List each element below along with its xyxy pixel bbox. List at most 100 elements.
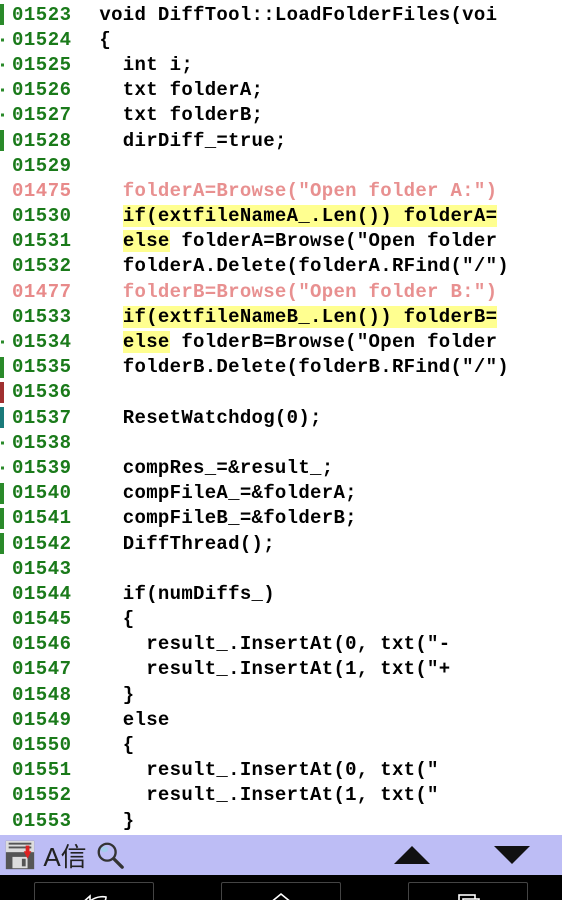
gutter-mark <box>0 52 6 77</box>
code-line[interactable]: 01532 folderA.Delete(folderA.RFind("/") <box>0 254 562 279</box>
line-number: 01477 <box>6 281 76 303</box>
line-number: 01528 <box>6 130 76 152</box>
line-number: 01525 <box>6 54 76 76</box>
gutter-mark <box>0 355 6 380</box>
gutter-mark <box>0 304 6 329</box>
code-content <box>76 381 562 403</box>
code-content: int i; <box>76 54 562 76</box>
font-size-label: A信 <box>43 837 86 874</box>
code-content: folderA=Browse("Open folder A:") <box>76 180 562 202</box>
code-line[interactable]: 01550 { <box>0 732 562 757</box>
gutter-mark <box>0 178 6 203</box>
code-line[interactable]: 01477 folderB=Browse("Open folder B:") <box>0 279 562 304</box>
code-line[interactable]: 01549 else <box>0 707 562 732</box>
code-line[interactable]: 01536 <box>0 380 562 405</box>
line-number: 01530 <box>6 205 76 227</box>
code-line[interactable]: 01548 } <box>0 682 562 707</box>
code-line[interactable]: 01541 compFileB_=&folderB; <box>0 506 562 531</box>
line-number: 01549 <box>6 709 76 731</box>
line-number: 01552 <box>6 784 76 806</box>
code-line[interactable]: 01524 { <box>0 27 562 52</box>
line-number: 01533 <box>6 306 76 328</box>
gutter-mark <box>0 556 6 581</box>
line-number: 01523 <box>6 4 76 26</box>
line-number: 01535 <box>6 356 76 378</box>
gutter-mark <box>0 405 6 430</box>
code-line[interactable]: 01552 result_.InsertAt(1, txt(" <box>0 783 562 808</box>
nav-recent-button[interactable] <box>408 882 528 900</box>
code-line[interactable]: 01542 DiffThread(); <box>0 531 562 556</box>
code-line[interactable]: 01523 void DiffTool::LoadFolderFiles(voi <box>0 2 562 27</box>
code-line[interactable]: 01526 txt folderA; <box>0 78 562 103</box>
code-line[interactable]: 01544 if(numDiffs_) <box>0 581 562 606</box>
font-size-button[interactable]: A信 <box>40 835 90 875</box>
code-content: folderB.Delete(folderB.RFind("/") <box>76 356 562 378</box>
gutter-mark <box>0 808 6 833</box>
code-content: compFileB_=&folderB; <box>76 507 562 529</box>
nav-home-button[interactable] <box>221 882 341 900</box>
gutter-mark <box>0 607 6 632</box>
code-content <box>76 558 562 580</box>
code-line[interactable]: 01547 result_.InsertAt(1, txt("+ <box>0 657 562 682</box>
code-line[interactable]: 01528 dirDiff_=true; <box>0 128 562 153</box>
code-content: txt folderA; <box>76 79 562 101</box>
code-line[interactable]: 01540 compFileA_=&folderA; <box>0 481 562 506</box>
code-content: compRes_=&result_; <box>76 457 562 479</box>
gutter-mark <box>0 758 6 783</box>
code-content: result_.InsertAt(0, txt("- <box>76 633 562 655</box>
code-line[interactable]: 01543 <box>0 556 562 581</box>
save-button[interactable] <box>0 835 40 875</box>
code-content: txt folderB; <box>76 104 562 126</box>
gutter-mark <box>0 103 6 128</box>
code-line[interactable]: 01539 compRes_=&result_; <box>0 455 562 480</box>
code-line[interactable]: 01475 folderA=Browse("Open folder A:") <box>0 178 562 203</box>
line-number: 01544 <box>6 583 76 605</box>
code-line[interactable]: 01545 { <box>0 607 562 632</box>
gutter-mark <box>0 632 6 657</box>
gutter-mark <box>0 153 6 178</box>
code-line[interactable]: 01535 folderB.Delete(folderB.RFind("/") <box>0 355 562 380</box>
gutter-mark <box>0 430 6 455</box>
code-content: result_.InsertAt(1, txt(" <box>76 784 562 806</box>
code-content: if(numDiffs_) <box>76 583 562 605</box>
code-line[interactable]: 01534 else folderB=Browse("Open folder <box>0 329 562 354</box>
code-line[interactable]: 01527 txt folderB; <box>0 103 562 128</box>
code-content <box>76 155 562 177</box>
code-content: { <box>76 734 562 756</box>
code-line[interactable]: 01525 int i; <box>0 52 562 77</box>
code-line[interactable]: 01537 ResetWatchdog(0); <box>0 405 562 430</box>
line-number: 01536 <box>6 381 76 403</box>
code-content: result_.InsertAt(1, txt("+ <box>76 658 562 680</box>
gutter-mark <box>0 380 6 405</box>
gutter-mark <box>0 27 6 52</box>
line-number: 01524 <box>6 29 76 51</box>
gutter-mark <box>0 128 6 153</box>
android-nav-bar <box>0 875 562 900</box>
line-number: 01529 <box>6 155 76 177</box>
code-line[interactable]: 01531 else folderA=Browse("Open folder <box>0 229 562 254</box>
code-line[interactable]: 01538 <box>0 430 562 455</box>
scroll-up-button[interactable] <box>362 835 462 875</box>
code-line[interactable]: 01533 if(extfileNameB_.Len()) folderB= <box>0 304 562 329</box>
search-button[interactable] <box>90 835 130 875</box>
code-line[interactable]: 01530 if(extfileNameA_.Len()) folderA= <box>0 204 562 229</box>
code-line[interactable]: 01553 } <box>0 808 562 833</box>
code-line[interactable]: 01546 result_.InsertAt(0, txt("- <box>0 632 562 657</box>
code-line[interactable]: 01551 result_.InsertAt(0, txt(" <box>0 758 562 783</box>
line-number: 01532 <box>6 255 76 277</box>
scroll-down-button[interactable] <box>462 835 562 875</box>
code-line[interactable]: 01529 <box>0 153 562 178</box>
nav-back-button[interactable] <box>34 882 154 900</box>
line-number: 01475 <box>6 180 76 202</box>
line-number: 01550 <box>6 734 76 756</box>
line-number: 01543 <box>6 558 76 580</box>
gutter-mark <box>0 254 6 279</box>
code-editor[interactable]: 01523 void DiffTool::LoadFolderFiles(voi… <box>0 0 562 835</box>
line-number: 01548 <box>6 684 76 706</box>
line-number: 01547 <box>6 658 76 680</box>
gutter-mark <box>0 732 6 757</box>
editor-toolbar: A信 <box>0 835 562 875</box>
gutter-mark <box>0 581 6 606</box>
code-content: else folderB=Browse("Open folder <box>76 331 562 353</box>
code-content <box>76 432 562 454</box>
